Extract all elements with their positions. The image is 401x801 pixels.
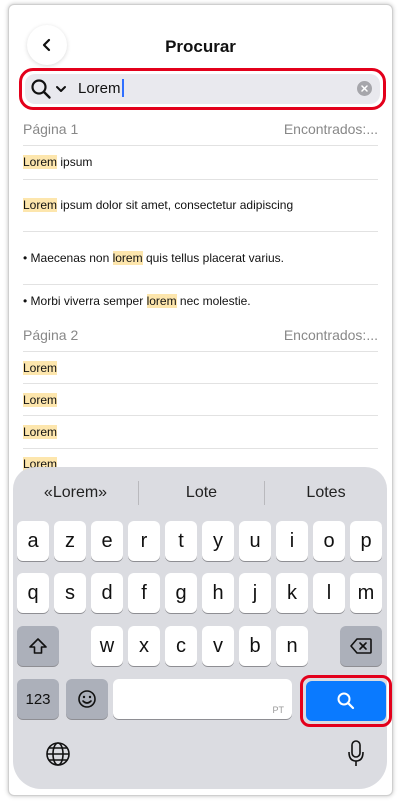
- key[interactable]: q: [17, 573, 49, 613]
- shift-icon: [29, 638, 47, 654]
- emoji-icon: [78, 690, 96, 708]
- search-key-highlight-box: [300, 675, 392, 727]
- search-bar[interactable]: Lorem: [25, 74, 380, 104]
- match-highlight: lorem: [112, 251, 143, 265]
- key[interactable]: r: [128, 521, 160, 561]
- search-highlight-box: Lorem: [19, 68, 386, 110]
- search-icon: [337, 692, 355, 710]
- section-label: Página 1: [23, 121, 79, 137]
- found-count: Encontrados:...: [283, 327, 378, 343]
- key[interactable]: v: [202, 626, 234, 666]
- row-text: ipsum: [57, 155, 93, 169]
- divider: [23, 383, 378, 384]
- divider: [23, 145, 378, 146]
- key[interactable]: h: [202, 573, 234, 613]
- match-highlight: Lorem: [23, 425, 58, 439]
- row-text: ipsum dolor sit amet, consectetur adipis…: [57, 198, 294, 212]
- match-highlight: Lorem: [23, 361, 58, 375]
- header: Procurar: [9, 5, 392, 69]
- key[interactable]: l: [313, 573, 345, 613]
- result-row[interactable]: • Maecenas non lorem quis tellus placera…: [23, 251, 378, 265]
- divider: [23, 415, 378, 416]
- row-text: • Maecenas non: [23, 251, 113, 265]
- result-row[interactable]: Lorem: [23, 425, 378, 439]
- suggestion-1[interactable]: «Lorem»: [13, 481, 138, 505]
- divider: [23, 179, 378, 180]
- key[interactable]: p: [350, 521, 382, 561]
- match-highlight: lorem: [146, 294, 177, 308]
- app-frame: Procurar Lorem Página 1 Encontrados:... …: [8, 4, 393, 796]
- divider: [23, 351, 378, 352]
- found-count: Encontrados:...: [283, 121, 378, 137]
- backspace-key[interactable]: [340, 626, 382, 666]
- clear-search-button[interactable]: [357, 81, 372, 96]
- divider: [23, 448, 378, 449]
- key[interactable]: o: [313, 521, 345, 561]
- numbers-key[interactable]: 123: [17, 679, 59, 719]
- chevron-down-icon: [56, 86, 66, 92]
- text-caret: [121, 79, 124, 97]
- match-highlight: Lorem: [23, 393, 58, 407]
- result-row[interactable]: Lorem: [23, 361, 378, 375]
- key[interactable]: m: [350, 573, 382, 613]
- key[interactable]: i: [276, 521, 308, 561]
- key[interactable]: y: [202, 521, 234, 561]
- key[interactable]: w: [91, 626, 123, 666]
- microphone-icon: [348, 740, 364, 766]
- key[interactable]: u: [239, 521, 271, 561]
- shift-key[interactable]: [17, 626, 59, 666]
- key[interactable]: e: [91, 521, 123, 561]
- divider: [23, 284, 378, 285]
- search-icon: [31, 79, 51, 99]
- key[interactable]: a: [17, 521, 49, 561]
- search-key[interactable]: [306, 681, 386, 721]
- result-row[interactable]: • Morbi viverra semper lorem nec molesti…: [23, 294, 378, 308]
- key[interactable]: z: [54, 521, 86, 561]
- space-key[interactable]: PT: [113, 679, 292, 719]
- search-input-text: Lorem: [78, 79, 121, 97]
- page-title: Procurar: [165, 37, 236, 56]
- match-highlight: Lorem: [23, 198, 58, 212]
- key[interactable]: g: [165, 573, 197, 613]
- result-row[interactable]: Lorem ipsum dolor sit amet, consectetur …: [23, 198, 378, 212]
- backspace-icon: [350, 638, 372, 654]
- emoji-key[interactable]: [66, 679, 108, 719]
- section-header-page-1: Página 1 Encontrados:...: [9, 111, 392, 145]
- key[interactable]: t: [165, 521, 197, 561]
- result-row[interactable]: Lorem: [23, 393, 378, 407]
- language-indicator: PT: [272, 705, 284, 715]
- key[interactable]: n: [276, 626, 308, 666]
- divider: [23, 231, 378, 232]
- suggestion-2[interactable]: Lote: [139, 481, 264, 505]
- row-text: nec molestie.: [176, 294, 251, 308]
- match-highlight: Lorem: [23, 155, 58, 169]
- key[interactable]: j: [239, 573, 271, 613]
- globe-button[interactable]: [45, 741, 71, 767]
- section-label: Página 2: [23, 327, 79, 343]
- key[interactable]: x: [128, 626, 160, 666]
- row-text: quis tellus placerat varius.: [142, 251, 285, 265]
- row-text: • Morbi viverra semper: [23, 294, 147, 308]
- result-row[interactable]: Lorem ipsum: [23, 155, 378, 169]
- key[interactable]: b: [239, 626, 271, 666]
- on-screen-keyboard: «Lorem» Lote Lotes a z e r t y u i o p q…: [13, 467, 392, 789]
- suggestion-3[interactable]: Lotes: [265, 481, 387, 505]
- section-header-page-2: Página 2 Encontrados:...: [9, 317, 392, 351]
- clear-icon: [361, 85, 368, 92]
- key[interactable]: f: [128, 573, 160, 613]
- key[interactable]: d: [91, 573, 123, 613]
- search-input[interactable]: Lorem: [78, 79, 124, 97]
- key[interactable]: k: [276, 573, 308, 613]
- key[interactable]: s: [54, 573, 86, 613]
- key[interactable]: c: [165, 626, 197, 666]
- microphone-button[interactable]: [346, 739, 366, 769]
- search-options-button[interactable]: [30, 77, 70, 101]
- globe-icon: [46, 742, 70, 766]
